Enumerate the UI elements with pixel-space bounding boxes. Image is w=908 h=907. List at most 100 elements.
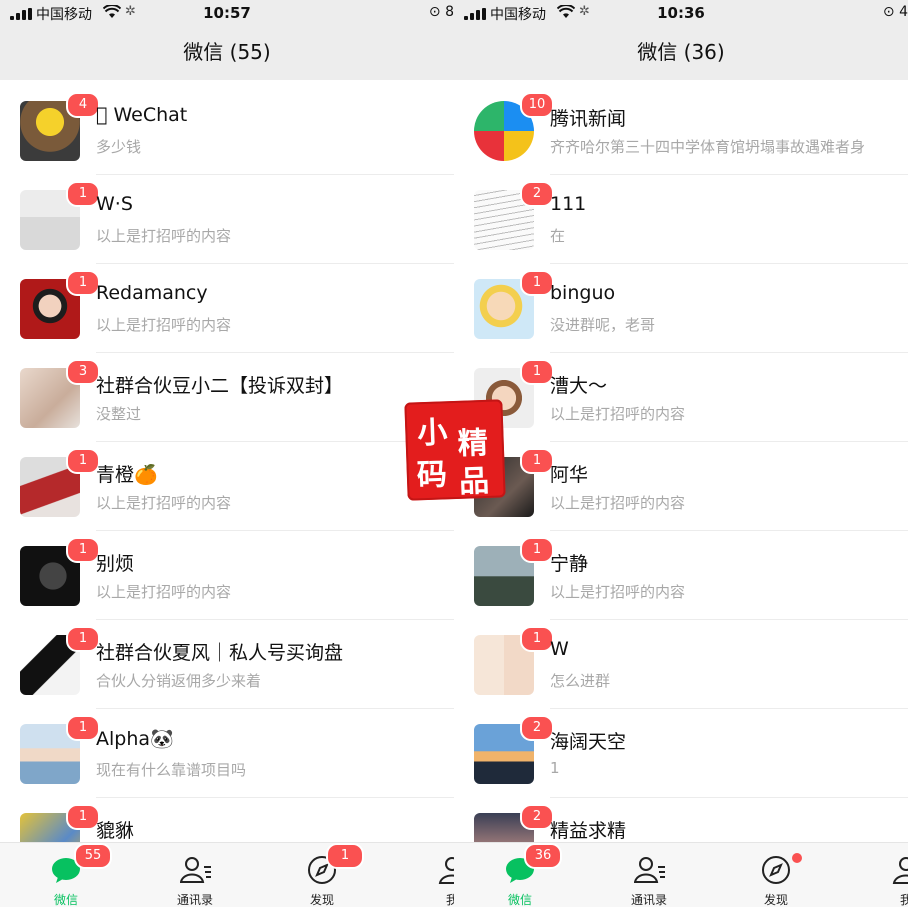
- chat-name-text: WeChat: [96, 104, 187, 126]
- chat-name: Alpha🐼: [96, 728, 174, 750]
- unread-badge: 1: [66, 270, 100, 296]
- tab-bar: 36 微信 通讯录 发现 我: [454, 842, 908, 907]
- tab-label: 我: [899, 893, 908, 907]
- tab-label: 通讯录: [176, 893, 213, 907]
- chat-name:  WeChat: [96, 104, 187, 126]
- tab-label: 我: [445, 893, 454, 907]
- unread-badge: 2: [520, 804, 554, 830]
- chat-preview: 以上是打招呼的内容: [96, 583, 232, 601]
- chat-preview: 以上是打招呼的内容: [550, 583, 686, 601]
- chat-row[interactable]: 1 Redamancy 以上是打招呼的内容: [0, 264, 454, 353]
- chat-preview: 怎么进群: [550, 672, 611, 690]
- unread-badge: 4: [66, 92, 100, 118]
- battery-level: 8: [445, 4, 454, 20]
- chat-preview: 没进群呢，老哥: [550, 316, 656, 334]
- seal-char: 码: [416, 457, 448, 494]
- chat-row[interactable]: 1 W·S 以上是打招呼的内容: [0, 175, 454, 264]
- tab-badge: 36: [524, 843, 562, 869]
- status-right: ⊙ 8: [428, 4, 454, 20]
- chat-preview: 1: [550, 759, 560, 777]
- chat-name: W·S: [96, 193, 133, 215]
- chat-name: 海阔天空: [550, 731, 627, 753]
- status-right: ⊙ 4: [882, 4, 908, 20]
- status-bar: 中国移动 ✲ 10:36 ⊙ 4: [454, 0, 908, 26]
- chat-name: 腾讯新闻: [550, 108, 627, 130]
- chat-row[interactable]: 1 Alpha🐼 现在有什么靠谱项目吗: [0, 709, 454, 798]
- chat-row[interactable]: 2 111 在: [454, 175, 908, 264]
- tab-label: 发现: [763, 893, 788, 907]
- person-icon: [891, 855, 908, 885]
- chat-name: 别烦: [96, 553, 135, 575]
- chat-name: 111: [550, 193, 587, 215]
- chat-row[interactable]: 1 W 怎么进群: [454, 620, 908, 709]
- chat-preview: 合伙人分销返佣多少来着: [96, 672, 262, 690]
- unread-badge: 1: [520, 359, 554, 385]
- chat-preview: 以上是打招呼的内容: [96, 494, 232, 512]
- chat-name: Redamancy: [96, 282, 208, 304]
- unread-badge: 1: [66, 448, 100, 474]
- unread-badge: 1: [66, 804, 100, 830]
- unread-badge: 2: [520, 181, 554, 207]
- chat-row[interactable]: 3 社群合伙豆小二【投诉双封】 没整过: [0, 353, 454, 442]
- tab-bar: 55 微信 通讯录 1 发现 我: [0, 842, 454, 907]
- unread-badge: 1: [520, 537, 554, 563]
- unread-badge: 1: [66, 626, 100, 652]
- chat-preview: 齐齐哈尔第三十四中学体育馆坍塌事故遇难者身: [550, 138, 866, 156]
- left-screen: 中国移动 ✲ 10:57 ⊙ 8 微信 (55) 4  WeChat 多少钱 …: [0, 0, 454, 907]
- chat-row[interactable]: 2 海阔天空 1: [454, 709, 908, 798]
- tab-label: 通讯录: [630, 893, 667, 907]
- unread-badge: 2: [520, 715, 554, 741]
- unread-badge: 10: [520, 92, 554, 118]
- chat-name: 阿华: [550, 464, 589, 486]
- chat-preview: 没整过: [96, 405, 142, 423]
- chat-name: 青橙🍊: [96, 464, 158, 486]
- chat-preview: 现在有什么靠谱项目吗: [96, 761, 247, 779]
- status-time: 10:36: [657, 4, 705, 22]
- chat-name: 社群合伙夏风｜私人号买询盘: [96, 642, 344, 664]
- chat-row[interactable]: 1 社群合伙夏风｜私人号买询盘 合伙人分销返佣多少来着: [0, 620, 454, 709]
- contacts-icon: [633, 855, 665, 885]
- chat-name: binguo: [550, 282, 616, 304]
- right-screen: 中国移动 ✲ 10:36 ⊙ 4 微信 (36) 10 腾讯新闻 齐齐哈尔第三十…: [454, 0, 908, 907]
- unread-badge: 1: [66, 537, 100, 563]
- chat-row[interactable]: 1 青橙🍊 以上是打招呼的内容: [0, 442, 454, 531]
- unread-badge: 1: [520, 270, 554, 296]
- apple-icon: : [96, 104, 107, 126]
- chat-list[interactable]: 10 腾讯新闻 齐齐哈尔第三十四中学体育馆坍塌事故遇难者身 2 111 在 1 …: [454, 86, 908, 887]
- contacts-icon: [179, 855, 211, 885]
- seal-char: 品: [458, 463, 490, 500]
- chat-row[interactable]: 1 漕大～ 以上是打招呼的内容: [454, 353, 908, 442]
- chat-name: 宁静: [550, 553, 589, 575]
- battery-level: 4: [899, 4, 908, 20]
- chat-row[interactable]: 1 binguo 没进群呢，老哥: [454, 264, 908, 353]
- unread-badge: 1: [520, 448, 554, 474]
- chat-row[interactable]: 1 宁静 以上是打招呼的内容: [454, 531, 908, 620]
- chat-name: W: [550, 638, 569, 660]
- chat-name: 社群合伙豆小二【投诉双封】: [96, 375, 344, 397]
- chat-list[interactable]: 4  WeChat 多少钱 1 W·S 以上是打招呼的内容 1 Redaman…: [0, 86, 454, 887]
- chat-row[interactable]: 1 别烦 以上是打招呼的内容: [0, 531, 454, 620]
- nav-title: 微信 (36): [454, 26, 908, 80]
- compass-icon: [761, 855, 791, 885]
- unread-badge: 1: [66, 181, 100, 207]
- person-icon: [437, 855, 454, 885]
- discover-red-dot: [792, 853, 802, 863]
- unread-badge: 1: [66, 715, 100, 741]
- chat-preview: 以上是打招呼的内容: [550, 494, 686, 512]
- seal-char: 小: [416, 415, 449, 452]
- nav-title: 微信 (55): [0, 26, 454, 80]
- tab-badge: 55: [74, 843, 112, 869]
- status-time: 10:57: [203, 4, 251, 22]
- chat-row[interactable]: 10 腾讯新闻 齐齐哈尔第三十四中学体育馆坍塌事故遇难者身: [454, 86, 908, 175]
- chat-name: 貔貅: [96, 820, 135, 842]
- chat-row[interactable]: 1 阿华 以上是打招呼的内容: [454, 442, 908, 531]
- chat-preview: 多少钱: [96, 138, 142, 156]
- status-bar: 中国移动 ✲ 10:57 ⊙ 8: [0, 0, 454, 26]
- tab-badge: 1: [326, 843, 364, 869]
- tab-label: 微信: [507, 893, 532, 907]
- chat-preview: 以上是打招呼的内容: [96, 316, 232, 334]
- chat-row[interactable]: 4  WeChat 多少钱: [0, 86, 454, 175]
- chat-preview: 以上是打招呼的内容: [96, 227, 232, 245]
- chat-preview: 在: [550, 227, 566, 245]
- tab-label: 发现: [309, 893, 334, 907]
